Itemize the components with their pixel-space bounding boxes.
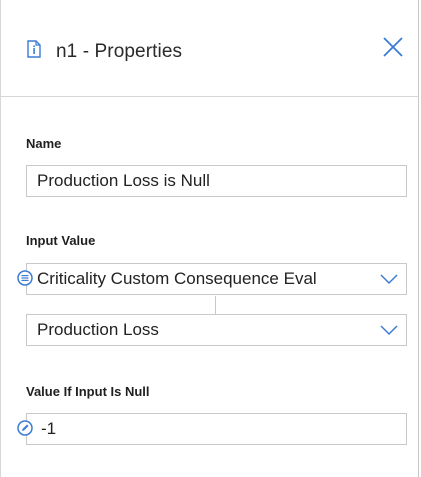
- null-value-value: -1: [41, 419, 57, 438]
- null-value-field[interactable]: -1: [26, 413, 407, 445]
- name-field[interactable]: Production Loss is Null: [26, 165, 407, 197]
- chevron-down-icon[interactable]: [380, 273, 398, 285]
- panel-header: n1 - Properties: [1, 0, 418, 97]
- close-icon[interactable]: [382, 36, 404, 58]
- null-value-label: Value If Input Is Null: [26, 384, 150, 399]
- name-label: Name: [26, 136, 62, 151]
- input-source-value: Criticality Custom Consequence Eval: [37, 269, 317, 288]
- input-field-select[interactable]: Production Loss: [26, 314, 407, 346]
- name-value: Production Loss is Null: [37, 171, 210, 190]
- panel-title: n1 - Properties: [56, 41, 183, 62]
- input-value-label: Input Value: [26, 233, 96, 248]
- pencil-icon[interactable]: [17, 420, 33, 436]
- input-source-select[interactable]: Criticality Custom Consequence Eval: [26, 263, 407, 295]
- connector-line: [215, 296, 216, 316]
- list-icon[interactable]: [17, 270, 33, 286]
- chevron-down-icon[interactable]: [380, 324, 398, 336]
- document-info-icon: [27, 40, 41, 58]
- properties-panel: n1 - Properties Name Production Loss is …: [0, 0, 419, 477]
- input-field-value: Production Loss: [37, 320, 159, 339]
